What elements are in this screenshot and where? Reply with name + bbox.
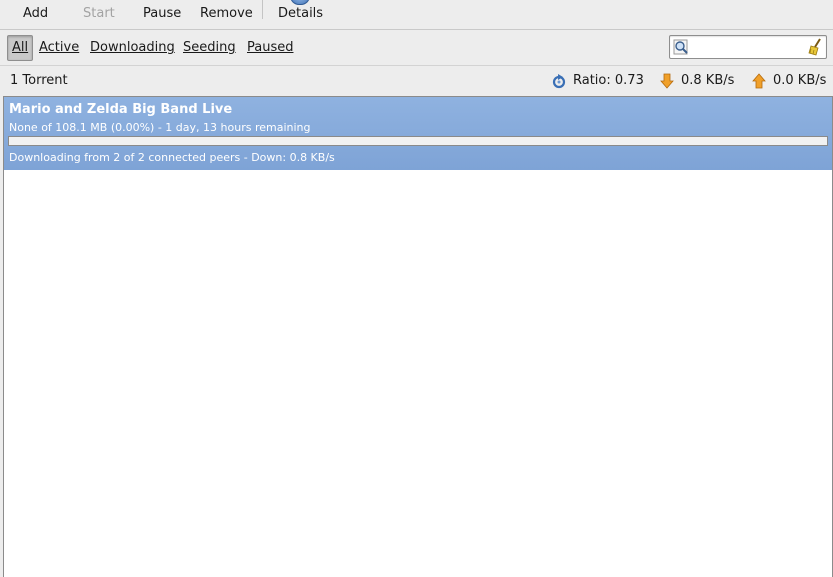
filter-seeding[interactable]: Seeding [183, 39, 236, 57]
add-button[interactable]: Add [23, 5, 48, 23]
filter-bar: All Active Downloading Seeding Paused [0, 30, 833, 66]
torrent-list[interactable]: Mario and Zelda Big Band Live None of 10… [3, 96, 833, 577]
filter-all[interactable]: All [7, 35, 34, 61]
toolbar: Add Start Pause Remove Details [0, 0, 833, 30]
start-button[interactable]: Start [83, 5, 115, 23]
torrent-name: Mario and Zelda Big Band Live [9, 102, 233, 117]
filter-paused[interactable]: Paused [247, 39, 293, 57]
torrent-status-text: Downloading from 2 of 2 connected peers … [9, 151, 335, 164]
torrent-progress-bar [8, 136, 828, 146]
pause-button[interactable]: Pause [143, 5, 181, 23]
filter-active[interactable]: Active [39, 39, 79, 57]
torrent-progress-text: None of 108.1 MB (0.00%) - 1 day, 13 hou… [9, 121, 311, 134]
remove-button[interactable]: Remove [200, 5, 253, 23]
toolbar-separator [262, 0, 263, 19]
details-button[interactable]: Details [278, 5, 323, 23]
torrent-row[interactable]: Mario and Zelda Big Band Live None of 10… [4, 97, 832, 170]
status-bar: 1 Torrent Ratio: 0.73 0.8 KB/s 0.0 KB/s [0, 66, 833, 95]
download-speed: 0.8 KB/s [681, 73, 735, 88]
upload-arrow-icon [752, 73, 766, 89]
search-box[interactable] [669, 35, 827, 59]
search-icon[interactable] [673, 39, 689, 55]
torrent-count: 1 Torrent [10, 73, 68, 88]
ratio-label: Ratio: 0.73 [573, 73, 644, 88]
download-arrow-icon [660, 73, 674, 89]
clear-search-icon[interactable] [807, 38, 823, 56]
ratio-icon[interactable] [552, 73, 566, 89]
upload-speed: 0.0 KB/s [773, 73, 827, 88]
search-input[interactable] [692, 38, 802, 54]
filter-downloading[interactable]: Downloading [90, 39, 175, 57]
